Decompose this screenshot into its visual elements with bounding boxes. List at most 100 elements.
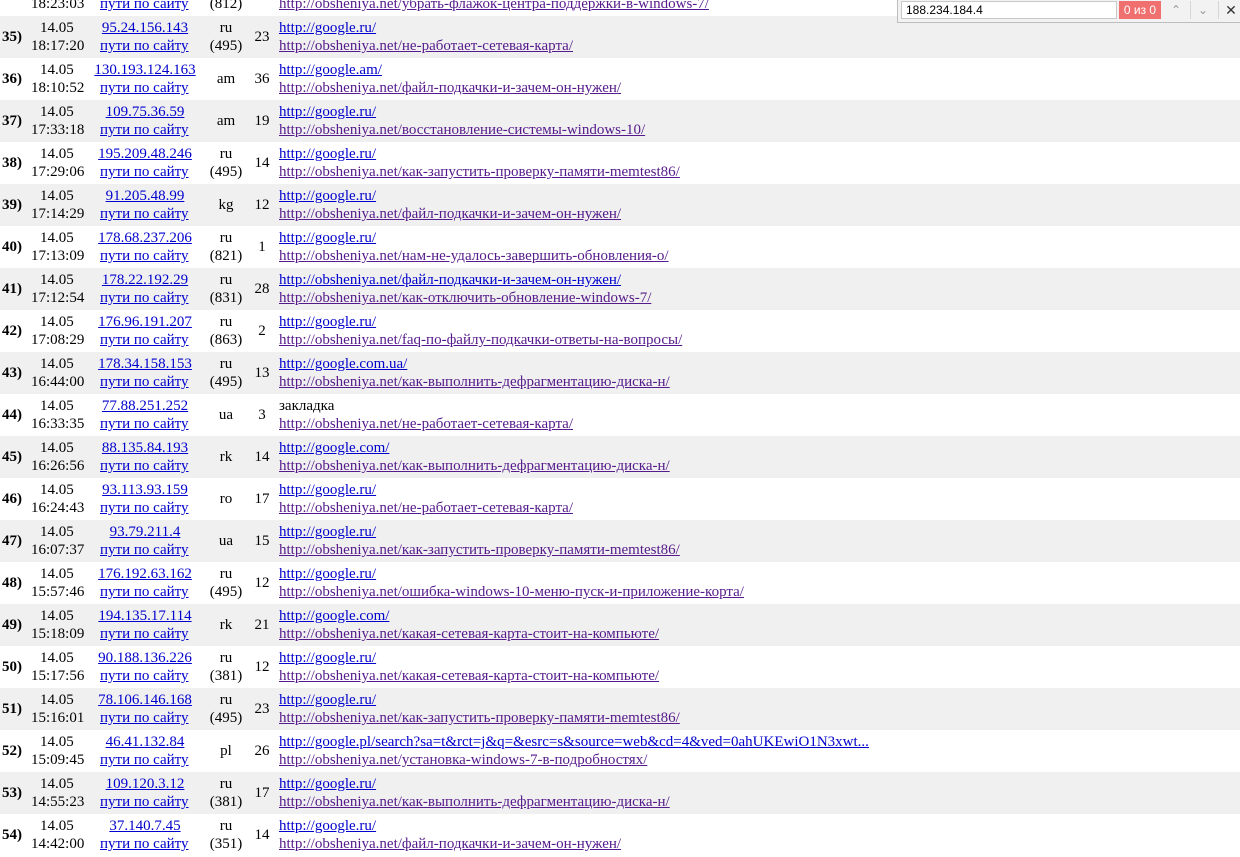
table-row: 36) 14.05 18:10:52 130.193.124.163 пути по с…	[0, 58, 1240, 100]
landing-page-link[interactable]: http://obsheniya.net/не-работает-сетевая…	[279, 38, 573, 54]
ip-link[interactable]: 194.135.17.114	[98, 608, 191, 624]
ip-link[interactable]: 37.140.7.45	[109, 818, 180, 834]
referrer-link[interactable]: http://google.ru/	[279, 692, 376, 708]
ip-link[interactable]: 109.120.3.12	[106, 776, 185, 792]
ip-link[interactable]: 178.68.237.206	[98, 230, 192, 246]
site-paths-link[interactable]: пути по сайту	[100, 794, 189, 810]
ip-link[interactable]: 178.34.158.153	[98, 356, 192, 372]
referrer-link[interactable]: http://google.com/	[279, 440, 389, 456]
site-paths-link[interactable]: пути по сайту	[100, 206, 189, 222]
table-row: 49) 14.05 15:18:09 194.135.17.114 пути по са…	[0, 604, 1240, 646]
landing-page-link[interactable]: http://obsheniya.net/ошибка-windows-10-м…	[279, 584, 744, 600]
site-paths-link[interactable]: пути по сайту	[100, 836, 189, 852]
landing-page-link[interactable]: http://obsheniya.net/faq-по-файлу-подкач…	[279, 332, 682, 348]
table-row: 38) 14.05 17:29:06 195.209.48.246 пути по са…	[0, 142, 1240, 184]
site-paths-link[interactable]: пути по сайту	[100, 290, 189, 306]
referrer-link[interactable]: http://google.pl/search?sa=t&rct=j&q=&es…	[279, 734, 869, 750]
landing-page-link[interactable]: http://obsheniya.net/какая-сетевая-карта…	[279, 626, 659, 642]
site-paths-link[interactable]: пути по сайту	[100, 416, 189, 432]
referrer-link[interactable]: http://google.ru/	[279, 818, 376, 834]
find-next-button[interactable]: ⌄	[1190, 1, 1215, 19]
landing-page-link[interactable]: http://obsheniya.net/файл-подкачки-и-зач…	[279, 80, 621, 96]
referrer-link[interactable]: http://google.ru/	[279, 20, 376, 36]
landing-page-link[interactable]: http://obsheniya.net/не-работает-сетевая…	[279, 500, 573, 516]
site-paths-link[interactable]: пути по сайту	[100, 248, 189, 264]
ip-link[interactable]: 178.22.192.29	[102, 272, 188, 288]
referrer-link[interactable]: http://google.ru/	[279, 104, 376, 120]
landing-page-link[interactable]: http://obsheniya.net/убрать-флажок-центр…	[279, 0, 709, 12]
site-paths-link[interactable]: пути по сайту	[100, 38, 189, 54]
country-code: am	[216, 71, 236, 87]
visit-time: 17:29:06	[31, 164, 85, 180]
landing-page-link[interactable]: http://obsheniya.net/как-отключить-обнов…	[279, 290, 651, 306]
site-paths-link[interactable]: пути по сайту	[100, 710, 189, 726]
site-paths-link[interactable]: пути по сайту	[100, 668, 189, 684]
site-paths-link[interactable]: пути по сайту	[100, 122, 189, 138]
ip-link[interactable]: 95.24.156.143	[102, 20, 188, 36]
visit-time: 14:42:00	[31, 836, 85, 852]
site-paths-link[interactable]: пути по сайту	[100, 584, 189, 600]
site-paths-link[interactable]: пути по сайту	[100, 500, 189, 516]
ip-link[interactable]: 78.106.146.168	[98, 692, 192, 708]
referrer-link[interactable]: http://google.ru/	[279, 314, 376, 330]
ip-link[interactable]: 93.113.93.159	[102, 482, 188, 498]
site-paths-link[interactable]: пути по сайту	[100, 0, 189, 12]
referrer-link[interactable]: http://obsheniya.net/файл-подкачки-и-зач…	[279, 272, 621, 288]
landing-page-link[interactable]: http://obsheniya.net/как-запустить-прове…	[279, 542, 680, 558]
landing-page-link[interactable]: http://obsheniya.net/как-выполнить-дефра…	[279, 794, 670, 810]
landing-page-link[interactable]: http://obsheniya.net/установка-windows-7…	[279, 752, 647, 768]
ip-link[interactable]: 91.205.48.99	[106, 188, 185, 204]
landing-page-link[interactable]: http://obsheniya.net/как-запустить-прове…	[279, 164, 680, 180]
referrer-link[interactable]: http://google.ru/	[279, 230, 376, 246]
ip-link[interactable]: 195.209.48.246	[98, 146, 192, 162]
landing-page-link[interactable]: http://obsheniya.net/файл-подкачки-и-зач…	[279, 836, 621, 852]
referrer-link[interactable]: http://google.ru/	[279, 524, 376, 540]
landing-page-link[interactable]: http://obsheniya.net/нам-не-удалось-заве…	[279, 248, 669, 264]
region-code: (495)	[209, 38, 243, 54]
landing-page-link[interactable]: http://obsheniya.net/не-работает-сетевая…	[279, 416, 573, 432]
site-paths-link[interactable]: пути по сайту	[100, 80, 189, 96]
find-previous-button[interactable]: ⌃	[1164, 1, 1188, 19]
ip-link[interactable]: 109.75.36.59	[106, 104, 185, 120]
ip-link[interactable]: 90.188.136.226	[98, 650, 192, 666]
region-code: (381)	[209, 668, 243, 684]
site-paths-link[interactable]: пути по сайту	[100, 458, 189, 474]
landing-page-link[interactable]: http://obsheniya.net/восстановление-сист…	[279, 122, 645, 138]
landing-page-link[interactable]: http://obsheniya.net/как-запустить-прове…	[279, 710, 680, 726]
country-code: ua	[218, 407, 234, 423]
site-paths-link[interactable]: пути по сайту	[100, 626, 189, 642]
referrer-link[interactable]: http://google.am/	[279, 62, 382, 78]
find-close-button[interactable]: ✕	[1218, 1, 1240, 19]
landing-page-link[interactable]: http://obsheniya.net/какая-сетевая-карта…	[279, 668, 659, 684]
ip-link[interactable]: 93.79.211.4	[110, 524, 181, 540]
page-count: 1	[258, 239, 266, 255]
referrer-text: закладка	[279, 398, 335, 414]
landing-page-link[interactable]: http://obsheniya.net/файл-подкачки-и-зач…	[279, 206, 621, 222]
referrer-link[interactable]: http://google.ru/	[279, 776, 376, 792]
referrer-link[interactable]: http://google.ru/	[279, 482, 376, 498]
ip-link[interactable]: 176.96.191.207	[98, 314, 192, 330]
region-code: (831)	[209, 290, 243, 306]
site-paths-link[interactable]: пути по сайту	[100, 164, 189, 180]
referrer-link[interactable]: http://google.ru/	[279, 650, 376, 666]
ip-link[interactable]: 88.135.84.193	[102, 440, 188, 456]
ip-link[interactable]: 46.41.132.84	[106, 734, 185, 750]
site-paths-link[interactable]: пути по сайту	[100, 332, 189, 348]
landing-page-link[interactable]: http://obsheniya.net/как-выполнить-дефра…	[279, 374, 670, 390]
referrer-link[interactable]: http://google.com/	[279, 608, 389, 624]
ip-link[interactable]: 176.192.63.162	[98, 566, 192, 582]
find-match-count: 0 из 0	[1119, 1, 1161, 19]
referrer-link[interactable]: http://google.ru/	[279, 146, 376, 162]
landing-page-link[interactable]: http://obsheniya.net/как-выполнить-дефра…	[279, 458, 670, 474]
ip-link[interactable]: 77.88.251.252	[102, 398, 188, 414]
referrer-link[interactable]: http://google.com.ua/	[279, 356, 407, 372]
referrer-link[interactable]: http://google.ru/	[279, 566, 376, 582]
site-paths-link[interactable]: пути по сайту	[100, 542, 189, 558]
site-paths-link[interactable]: пути по сайту	[100, 752, 189, 768]
find-input[interactable]	[901, 1, 1117, 19]
referrer-link[interactable]: http://google.ru/	[279, 188, 376, 204]
country-code: ru	[219, 566, 233, 582]
ip-link[interactable]: 130.193.124.163	[94, 62, 195, 78]
site-paths-link[interactable]: пути по сайту	[100, 374, 189, 390]
page-count: 14	[254, 827, 270, 843]
